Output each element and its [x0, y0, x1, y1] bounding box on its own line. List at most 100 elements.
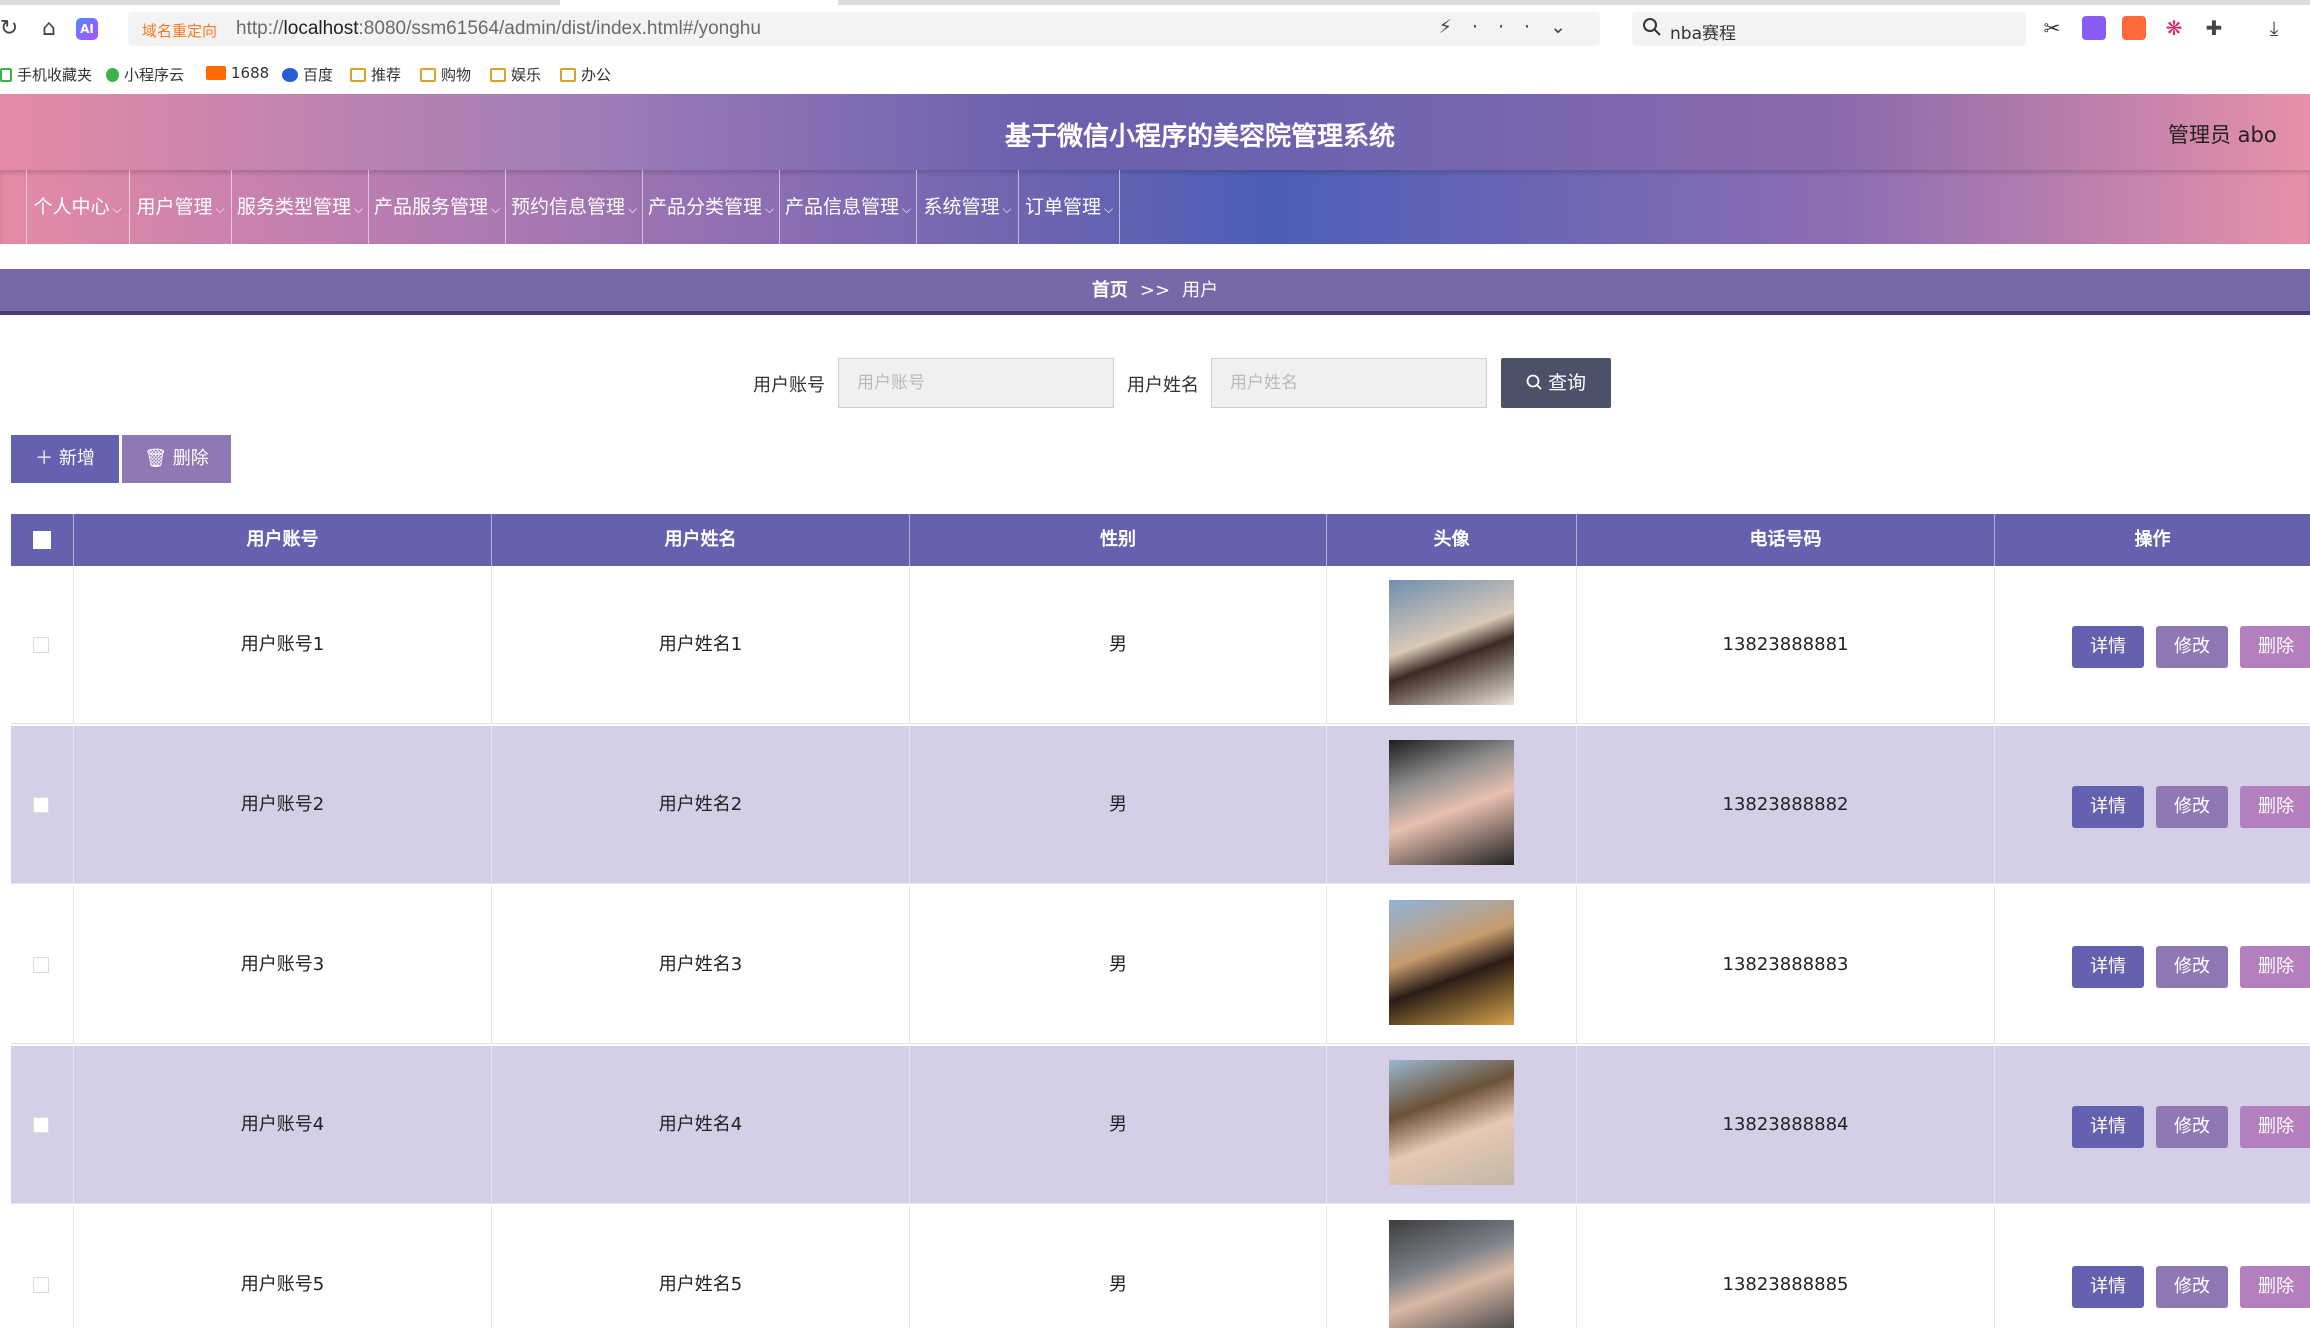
detail-button[interactable]: 详情 — [2072, 946, 2144, 988]
row-checkbox[interactable] — [33, 637, 49, 653]
download-icon[interactable]: ⤓ — [2262, 16, 2286, 40]
ai-assistant-icon[interactable]: AI — [76, 18, 98, 40]
more-icon: ··· — [1471, 16, 1551, 38]
table-row: 用户账号1 用户姓名1 男 13823888881 详情 修改 删除 — [11, 566, 2310, 724]
bookmark-1688[interactable]: 1688 — [206, 64, 269, 88]
puzzle-icon[interactable]: ✚ — [2202, 16, 2226, 40]
detail-button[interactable]: 详情 — [2072, 1266, 2144, 1308]
search-icon — [1642, 17, 1664, 39]
edit-button[interactable]: 修改 — [2156, 626, 2228, 668]
main-menu: 个人中心 ⌵ 用户管理 ⌵ 服务类型管理 ⌵ 产品服务管理 ⌵ 预约信息管理 ⌵ 产品分类… — [0, 170, 2310, 244]
cell-gender: 男 — [909, 566, 1326, 724]
bookmark-office[interactable]: 办公 — [560, 64, 611, 88]
avatar[interactable] — [1389, 1060, 1514, 1185]
folder-icon — [420, 68, 436, 82]
paw-icon — [282, 68, 298, 82]
folder-icon — [490, 68, 506, 82]
avatar[interactable] — [1389, 1220, 1514, 1328]
cell-actions: 详情 修改 删除 — [1994, 1046, 2310, 1204]
name-input[interactable]: 用户姓名 — [1211, 358, 1487, 408]
account-input[interactable]: 用户账号 — [838, 358, 1114, 408]
table-row: 用户账号3 用户姓名3 男 13823888883 详情 修改 删除 — [11, 886, 2310, 1044]
delete-button[interactable]: 删除 — [2240, 786, 2310, 828]
cell-name: 用户姓名3 — [491, 886, 909, 1044]
add-button[interactable]: ＋ 新增 — [11, 435, 119, 483]
1688-icon — [206, 66, 226, 80]
edit-button[interactable]: 修改 — [2156, 1106, 2228, 1148]
delete-button[interactable]: 删除 — [2240, 1266, 2310, 1308]
scissors-icon[interactable]: ✂ — [2040, 16, 2064, 40]
game-icon[interactable] — [2122, 16, 2146, 40]
cloud-icon — [106, 68, 119, 82]
cell-gender: 男 — [909, 886, 1326, 1044]
chevron-down-icon: ⌵ — [490, 202, 501, 216]
search-query[interactable]: nba赛程 — [1670, 19, 1736, 44]
row-checkbox[interactable] — [33, 1277, 49, 1293]
trash-icon: 🗑 — [144, 448, 168, 469]
row-checkbox[interactable] — [33, 797, 49, 813]
menu-product-service[interactable]: 产品服务管理 ⌵ — [368, 170, 505, 244]
query-button[interactable]: 查询 — [1501, 358, 1611, 408]
cell-actions: 详情 修改 删除 — [1994, 1206, 2310, 1328]
app-header: 基于微信小程序的美容院管理系统 管理员 abo — [0, 94, 2310, 170]
cell-avatar — [1326, 726, 1576, 884]
account-label: 用户账号 — [753, 375, 825, 396]
breadcrumb-home[interactable]: 首页 — [1092, 280, 1128, 301]
reload-icon[interactable]: ↻ — [0, 16, 22, 42]
menu-product-category[interactable]: 产品分类管理 ⌵ — [642, 170, 779, 244]
home-icon[interactable]: ⌂ — [36, 16, 62, 42]
avatar[interactable] — [1389, 580, 1514, 705]
edit-button[interactable]: 修改 — [2156, 786, 2228, 828]
chevron-down-icon: ⌵ — [1002, 202, 1012, 216]
select-all-checkbox[interactable] — [33, 531, 51, 549]
search-icon — [1526, 372, 1542, 394]
cell-phone: 13823888881 — [1576, 566, 1994, 724]
bookmark-mobile[interactable]: 手机收藏夹 — [0, 64, 92, 88]
translate-icon[interactable] — [2082, 16, 2106, 40]
bookmark-recommend[interactable]: 推荐 — [350, 64, 401, 88]
edit-button[interactable]: 修改 — [2156, 946, 2228, 988]
grid-icon[interactable]: ❋ — [2162, 16, 2186, 40]
table-row: 用户账号2 用户姓名2 男 13823888882 详情 修改 删除 — [11, 726, 2310, 884]
chevron-down-icon: ⌵ — [901, 202, 912, 216]
menu-user-management[interactable]: 用户管理 ⌵ — [129, 170, 231, 244]
name-label: 用户姓名 — [1127, 375, 1199, 396]
col-avatar: 头像 — [1326, 514, 1576, 566]
cell-actions: 详情 修改 删除 — [1994, 886, 2310, 1044]
bookmark-baidu[interactable]: 百度 — [282, 64, 333, 88]
menu-personal-center[interactable]: 个人中心 ⌵ — [26, 170, 128, 244]
tab-strip — [0, 0, 560, 5]
detail-button[interactable]: 详情 — [2072, 626, 2144, 668]
table-header: 用户账号 用户姓名 性别 头像 电话号码 操作 — [11, 514, 2310, 566]
menu-product-info[interactable]: 产品信息管理 ⌵ — [779, 170, 916, 244]
avatar[interactable] — [1389, 900, 1514, 1025]
menu-system[interactable]: 系统管理 ⌵ — [916, 170, 1018, 244]
address-bar-actions[interactable]: ⚡···⌄ — [1439, 16, 1586, 38]
browser-search[interactable]: nba赛程 — [1632, 12, 2026, 46]
col-gender: 性别 — [909, 514, 1326, 566]
address-bar[interactable]: 域名重定向 http://localhost:8080/ssm61564/adm… — [128, 12, 1600, 46]
admin-user[interactable]: 管理员 abo — [2168, 119, 2277, 149]
delete-button[interactable]: 删除 — [2240, 626, 2310, 668]
delete-button[interactable]: 删除 — [2240, 1106, 2310, 1148]
bookmark-entertainment[interactable]: 娱乐 — [490, 64, 541, 88]
chevron-down-icon: ⌵ — [215, 202, 225, 216]
avatar[interactable] — [1389, 740, 1514, 865]
cell-name: 用户姓名4 — [491, 1046, 909, 1204]
menu-service-type[interactable]: 服务类型管理 ⌵ — [231, 170, 368, 244]
detail-button[interactable]: 详情 — [2072, 786, 2144, 828]
detail-button[interactable]: 详情 — [2072, 1106, 2144, 1148]
batch-delete-button[interactable]: 🗑 删除 — [122, 435, 231, 483]
cell-phone: 13823888882 — [1576, 726, 1994, 884]
row-checkbox[interactable] — [33, 1117, 49, 1133]
folder-icon — [560, 68, 576, 82]
tab-strip — [838, 0, 2310, 5]
delete-button[interactable]: 删除 — [2240, 946, 2310, 988]
menu-orders[interactable]: 订单管理 ⌵ — [1018, 170, 1120, 244]
url-text[interactable]: http://localhost:8080/ssm61564/admin/dis… — [236, 18, 761, 40]
edit-button[interactable]: 修改 — [2156, 1266, 2228, 1308]
row-checkbox[interactable] — [33, 957, 49, 973]
bookmark-shopping[interactable]: 购物 — [420, 64, 471, 88]
bookmark-miniapp[interactable]: 小程序云 — [106, 64, 184, 88]
menu-appointment[interactable]: 预约信息管理 ⌵ — [505, 170, 642, 244]
